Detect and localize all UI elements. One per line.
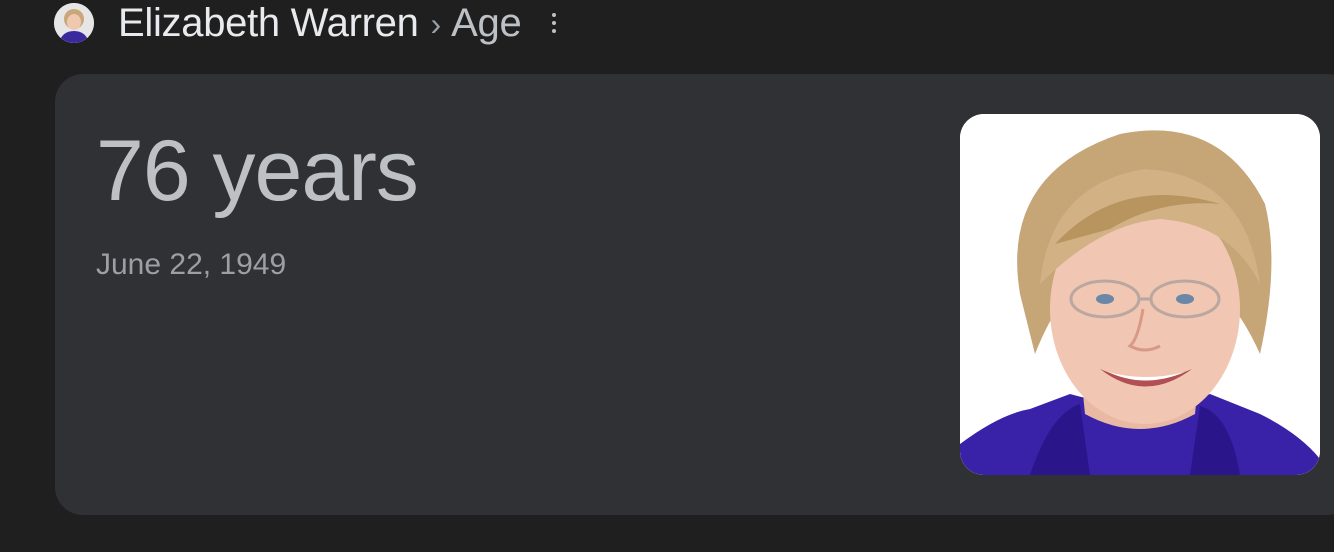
breadcrumb-separator: ›: [430, 5, 442, 42]
entity-name-link[interactable]: Elizabeth Warren: [118, 1, 419, 46]
age-answer: 76 years: [96, 123, 419, 219]
menu-dot: [552, 21, 557, 25]
attribute-label: Age: [451, 0, 522, 45]
menu-dot: [552, 29, 557, 33]
entity-avatar-thumbnail[interactable]: [54, 3, 94, 43]
knowledge-panel-header: Elizabeth Warren › Age: [54, 0, 559, 46]
birth-date: June 22, 1949: [96, 248, 287, 281]
entity-photo[interactable]: [960, 114, 1320, 475]
person-photo-icon: [960, 114, 1320, 475]
menu-dot: [552, 13, 557, 17]
person-thumbnail-icon: [54, 3, 94, 43]
more-vert-icon[interactable]: [549, 10, 559, 36]
